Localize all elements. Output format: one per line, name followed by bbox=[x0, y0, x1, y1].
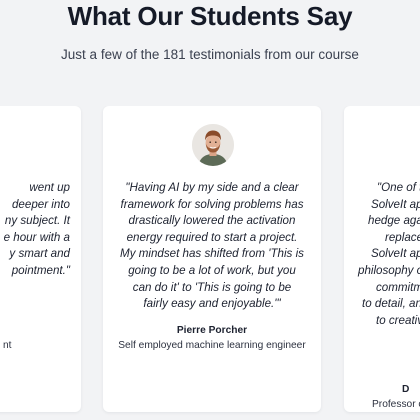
quote-line: framework for solving problems has bbox=[120, 197, 304, 211]
quote-line: My mindset has shifted from 'This is bbox=[120, 247, 304, 261]
testimonial-quote: went up deeper into ny subject. It e hou… bbox=[0, 180, 70, 280]
quote-line: ny subject. It bbox=[4, 214, 70, 228]
testimonial-role: Professor o bbox=[372, 399, 420, 410]
quote-line: can do it' to 'This is going to be bbox=[132, 280, 292, 294]
quote-line: SolveIt ap bbox=[371, 197, 420, 211]
quote-line: to creativ bbox=[376, 313, 420, 327]
person-avatar-icon bbox=[192, 124, 234, 166]
quote-line: e hour with a bbox=[3, 230, 70, 244]
quote-line: going to be a lot of work, but you bbox=[128, 263, 296, 277]
quote-line: SolveIt ap bbox=[371, 247, 420, 261]
testimonial-name: D bbox=[402, 384, 410, 395]
quote-line: philosophy o bbox=[358, 263, 420, 277]
quote-line: to detail, an bbox=[362, 297, 420, 311]
testimonial-quote: "Having AI by my side and a clear framew… bbox=[114, 180, 310, 313]
quote-line: went up bbox=[29, 181, 70, 194]
quote-line: y smart and bbox=[9, 247, 70, 261]
testimonial-role: nt bbox=[3, 340, 12, 351]
quote-line: deeper into bbox=[11, 197, 70, 211]
testimonial-carousel[interactable]: went up deeper into ny subject. It e hou… bbox=[0, 106, 420, 420]
testimonial-card: went up deeper into ny subject. It e hou… bbox=[0, 106, 81, 412]
quote-line: fairly easy and enjoyable.'" bbox=[143, 297, 281, 311]
quote-line: hedge aga bbox=[368, 214, 420, 228]
quote-line: "Having AI by my side and a clear bbox=[125, 181, 299, 194]
testimonial-card: "One of t SolveIt ap hedge aga replace t… bbox=[344, 106, 420, 412]
quote-line: "One of t bbox=[377, 181, 420, 194]
section-subtitle: Just a few of the 181 testimonials from … bbox=[61, 47, 359, 62]
quote-line: replace th bbox=[385, 230, 420, 244]
quote-line: commitme bbox=[376, 280, 420, 294]
avatar bbox=[192, 124, 234, 166]
testimonial-card: "Having AI by my side and a clear framew… bbox=[103, 106, 321, 412]
quote-line: pointment." bbox=[11, 263, 70, 277]
quote-line: energy required to start a project. bbox=[126, 230, 298, 244]
testimonial-quote: "One of t SolveIt ap hedge aga replace t… bbox=[355, 180, 420, 329]
section-title: What Our Students Say bbox=[67, 1, 353, 31]
quote-line: drastically lowered the activation bbox=[128, 214, 296, 228]
testimonial-name: Pierre Porcher bbox=[176, 325, 248, 336]
testimonial-role: Self employed machine learning engineer bbox=[118, 340, 306, 351]
